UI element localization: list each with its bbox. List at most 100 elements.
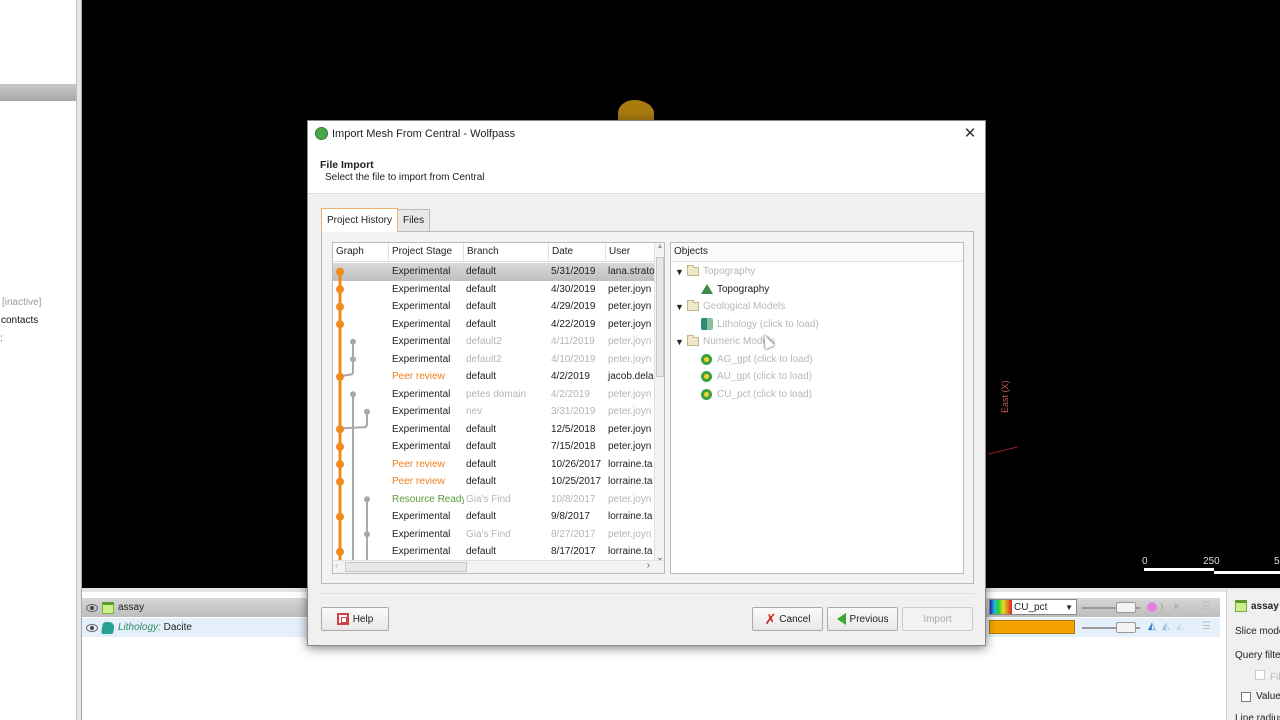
tab-project-history[interactable]: Project History <box>321 208 399 232</box>
line-mode-icon[interactable]: ⟩ <box>1160 602 1170 612</box>
help-button[interactable]: Help <box>321 607 389 631</box>
tree-item[interactable]: AU_gpt (click to load) <box>701 368 812 385</box>
contacts-item[interactable]: contacts <box>1 315 38 326</box>
date-cell: 12/5/2018 <box>551 423 596 435</box>
user-cell: peter.joyn <box>608 493 652 505</box>
table-row[interactable]: Experimental default 5/31/2019 lana.strato <box>333 263 664 281</box>
horizontal-scrollbar[interactable]: ‹ › <box>333 560 664 573</box>
value-filter-checkbox[interactable] <box>1241 691 1251 702</box>
stage-cell: Experimental <box>392 301 451 312</box>
user-cell: peter.joyn <box>608 423 652 435</box>
graph-cell <box>333 491 389 509</box>
expand-icon[interactable]: ▼ <box>675 337 687 347</box>
stage-cell: Experimental <box>392 406 451 417</box>
project-history-table: Graph Project Stage Branch Date User Exp… <box>332 242 665 574</box>
close-button[interactable]: ✕ <box>961 124 979 142</box>
table-row[interactable]: Experimental nev 3/31/2019 peter.joyn <box>333 403 664 421</box>
numeric-model-icon <box>701 371 712 382</box>
branch-cell: default <box>466 423 497 435</box>
peak-icon[interactable]: ʌ <box>1174 601 1184 611</box>
scroll-left-icon[interactable]: ‹ <box>335 560 338 570</box>
user-cell: peter.joyn <box>608 336 652 347</box>
render-mode-icon[interactable] <box>1147 602 1157 612</box>
query-filter-label: Query filter <box>1235 650 1280 661</box>
expand-icon[interactable]: ▼ <box>675 302 687 312</box>
scroll-up-icon[interactable]: ▲ <box>655 243 664 250</box>
table-row[interactable]: Experimental default 4/29/2019 peter.joyn <box>333 298 664 316</box>
shade-icon[interactable]: ◭ <box>1162 621 1172 632</box>
tree-item[interactable]: Lithology (click to load) <box>701 316 819 333</box>
panel-splitter-bar[interactable] <box>0 84 76 101</box>
slider-handle[interactable] <box>1116 602 1136 613</box>
table-row[interactable]: Experimental default 9/8/2017 lorraine.ta <box>333 508 664 526</box>
table-row[interactable]: Peer review default 4/2/2019 jacob.dela <box>333 368 664 386</box>
graph-cell <box>333 526 389 544</box>
table-row[interactable]: Experimental petes domain 4/2/2019 peter.jo… <box>333 386 664 404</box>
folder-icon <box>687 335 699 346</box>
date-cell: 4/22/2019 <box>551 318 596 330</box>
table-row[interactable]: Experimental default 12/5/2018 peter.joyn <box>333 421 664 439</box>
scrollbar-thumb[interactable] <box>656 257 664 377</box>
scrollbar-thumb[interactable] <box>345 562 467 572</box>
properties-title: assay <box>1251 600 1279 612</box>
divider <box>321 593 974 594</box>
colormap-select[interactable]: CU_pct ▼ <box>989 599 1077 615</box>
date-cell: 4/2/2019 <box>551 388 590 400</box>
column-header-stage[interactable]: Project Stage <box>389 243 464 262</box>
graph-cell <box>333 386 389 404</box>
table-body: Experimental default 5/31/2019 lana.strato E… <box>333 263 664 561</box>
menu-icon[interactable]: ☰ <box>1202 601 1212 612</box>
column-header-graph[interactable]: Graph <box>333 243 389 262</box>
branch-cell: default2 <box>466 336 502 347</box>
table-row[interactable]: Experimental default2 4/10/2019 peter.joyn <box>333 351 664 369</box>
opacity-slider[interactable] <box>1082 602 1140 613</box>
geological-model-icon <box>701 318 713 330</box>
color-swatch[interactable] <box>989 620 1075 634</box>
cancel-button[interactable]: ✗ Cancel <box>752 607 823 631</box>
table-row[interactable]: Resource Ready Gia's Find 10/8/2017 peter.j… <box>333 491 664 509</box>
table-row[interactable]: Experimental default2 4/11/2019 peter.joyn <box>333 333 664 351</box>
filter-checkbox[interactable] <box>1255 670 1265 680</box>
branch-cell: default <box>466 476 497 487</box>
tree-item[interactable]: Topography <box>701 281 769 298</box>
table-row[interactable]: Experimental default 8/17/2017 lorraine.ta <box>333 543 664 561</box>
tree-item[interactable]: AG_gpt (click to load) <box>701 351 813 368</box>
branch-cell: default <box>466 458 497 470</box>
vertical-scrollbar[interactable]: ▲ ⌄ <box>654 243 664 562</box>
filter-checkbox-label: Filter <box>1255 670 1280 683</box>
previous-button[interactable]: Previous <box>827 607 898 631</box>
column-header-date[interactable]: Date <box>549 243 606 262</box>
tree-label: AG_gpt (click to load) <box>717 353 813 365</box>
user-cell: lana.strato <box>608 266 654 277</box>
opacity-slider[interactable] <box>1082 622 1140 633</box>
table-row[interactable]: Peer review default 10/26/2017 lorraine.ta <box>333 456 664 474</box>
scroll-right-icon[interactable]: › <box>647 560 650 571</box>
table-row[interactable]: Peer review default 10/25/2017 lorraine.ta <box>333 473 664 491</box>
eye-icon[interactable] <box>86 623 98 632</box>
tree-label: AU_gpt (click to load) <box>717 371 813 382</box>
table-row[interactable]: Experimental default 4/30/2019 peter.joyn <box>333 281 664 299</box>
column-header-branch[interactable]: Branch <box>464 243 549 262</box>
table-row[interactable]: Experimental default 4/22/2019 peter.joyn <box>333 316 664 334</box>
tree-folder[interactable]: ▼ Topography <box>675 263 755 280</box>
slider-handle[interactable] <box>1116 622 1136 633</box>
tree-item[interactable]: CU_pct (click to load) <box>701 386 812 403</box>
import-button[interactable]: Import <box>902 607 973 631</box>
eye-icon[interactable] <box>86 603 98 612</box>
scene-row-label: Dacite <box>163 622 192 633</box>
help-label: Help <box>352 613 374 625</box>
stage-cell: Experimental <box>392 353 451 365</box>
tab-files[interactable]: Files <box>397 209 431 231</box>
graph-cell <box>333 421 389 439</box>
import-mesh-dialog: Import Mesh From Central - Wolfpass ✕ Fi… <box>307 120 986 646</box>
expand-icon[interactable]: ▼ <box>675 267 687 277</box>
tree-folder[interactable]: ▼ Geological Models <box>675 298 785 315</box>
menu-icon[interactable]: ☰ <box>1202 621 1212 632</box>
table-row[interactable]: Experimental Gia's Find 8/27/2017 peter.joy… <box>333 526 664 544</box>
shade-icon[interactable]: ◭ <box>1148 621 1158 632</box>
table-row[interactable]: Experimental default 7/15/2018 peter.joyn <box>333 438 664 456</box>
header-subtitle: Select the file to import from Central <box>325 172 485 183</box>
shade-icon[interactable]: ◭ <box>1176 621 1186 632</box>
dialog-titlebar[interactable]: Import Mesh From Central - Wolfpass ✕ <box>308 121 985 146</box>
column-header-user[interactable]: User <box>606 243 656 262</box>
